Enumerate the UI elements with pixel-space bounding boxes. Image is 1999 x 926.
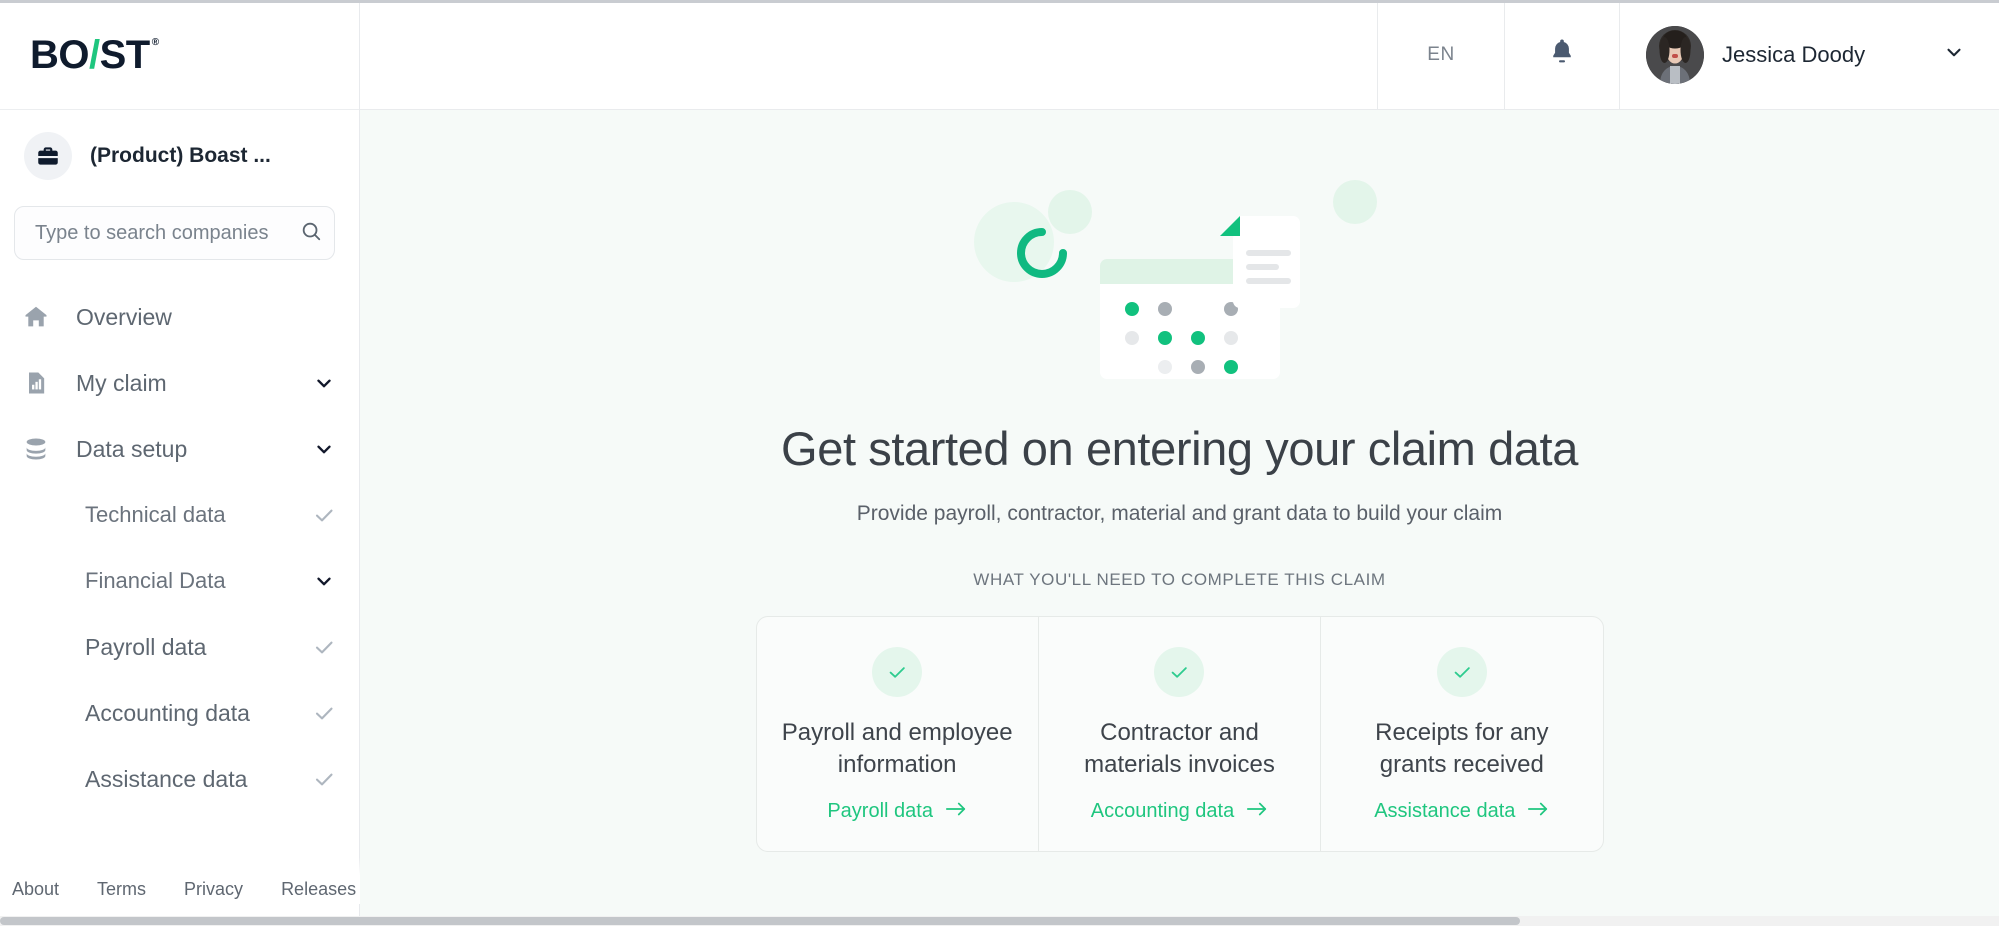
- footer-link-releases[interactable]: Releases: [281, 879, 356, 900]
- footer-link-terms[interactable]: Terms: [97, 879, 146, 900]
- check-icon: [311, 767, 337, 791]
- search-input[interactable]: [35, 221, 300, 245]
- chart-doc-icon: [22, 369, 56, 397]
- card-grants[interactable]: Receipts for any grants received Assista…: [1321, 617, 1602, 851]
- check-icon: [1154, 647, 1205, 697]
- card-title: Receipts for any grants received: [1375, 719, 1549, 778]
- window-top-strip: [0, 0, 1999, 3]
- sidebar-item-label: Accounting data: [85, 699, 250, 726]
- top-header: EN Jessica Doody: [360, 0, 1999, 110]
- page-title: Get started on entering your claim data: [781, 422, 1578, 475]
- sidebar-item-assistance-data[interactable]: Assistance data: [0, 746, 359, 812]
- logo-accent-slash: /: [89, 32, 100, 77]
- boast-logo[interactable]: BO/ST ®: [30, 35, 159, 75]
- language-label: EN: [1427, 43, 1455, 65]
- footer-link-privacy[interactable]: Privacy: [184, 879, 243, 900]
- notification-bell-icon: [1548, 37, 1576, 72]
- arrow-right-icon: [945, 800, 967, 823]
- sidebar-item-payroll-data[interactable]: Payroll data: [0, 614, 359, 680]
- sidebar-item-accounting-data[interactable]: Accounting data: [0, 680, 359, 746]
- chevron-down-icon[interactable]: [1943, 41, 1965, 68]
- arrow-right-icon: [1527, 800, 1549, 823]
- avatar: [1646, 25, 1704, 84]
- logo-text: BO/ST: [30, 35, 150, 75]
- company-name: (Product) Boast ...: [90, 144, 271, 167]
- card-link-label: Payroll data: [827, 800, 933, 823]
- sidebar-item-data-setup[interactable]: Data setup: [0, 416, 359, 482]
- language-switcher[interactable]: EN: [1377, 0, 1504, 109]
- check-icon: [311, 503, 337, 527]
- card-link-assistance-data[interactable]: Assistance data: [1374, 800, 1549, 823]
- app-root: BO/ST ® (Product) Boast ... Type to sear…: [0, 0, 1999, 926]
- sidebar-item-label: Technical data: [85, 502, 226, 527]
- main-area: EN Jessica Doody Get started on entering…: [360, 0, 1999, 926]
- check-icon: [1436, 647, 1487, 697]
- company-search[interactable]: [14, 206, 335, 260]
- sidebar-item-overview[interactable]: Overview: [0, 284, 359, 350]
- section-label: WHAT YOU'LL NEED TO COMPLETE THIS CLAIM: [973, 570, 1386, 589]
- sidebar-item-my-claim[interactable]: My claim: [0, 350, 359, 416]
- claim-data-illustration: [950, 172, 1410, 387]
- logo-text-part2: ST: [99, 32, 151, 77]
- database-icon: [22, 435, 56, 463]
- briefcase-icon: [24, 132, 72, 180]
- home-icon: [22, 303, 56, 331]
- sidebar-footer-links: About Terms Privacy Releases: [0, 857, 360, 904]
- sidebar-item-label: Payroll data: [85, 633, 207, 660]
- sidebar-item-technical-data[interactable]: Technical data: [0, 482, 359, 548]
- requirement-cards: Payroll and employee information Payroll…: [755, 616, 1604, 853]
- check-icon: [311, 701, 337, 725]
- card-link-accounting-data[interactable]: Accounting data: [1091, 800, 1268, 823]
- header-spacer: [360, 0, 1377, 109]
- chevron-down-icon[interactable]: [311, 570, 337, 592]
- card-link-label: Accounting data: [1090, 800, 1235, 823]
- card-contractor[interactable]: Contractor and materials invoices Accoun…: [1039, 617, 1322, 852]
- notifications-button[interactable]: [1504, 0, 1619, 109]
- sidebar-nav: Overview My claim Data setup Technical d…: [0, 284, 359, 812]
- check-icon: [872, 647, 923, 697]
- chevron-down-icon[interactable]: [311, 438, 337, 460]
- chevron-down-icon[interactable]: [311, 372, 337, 394]
- company-selector[interactable]: (Product) Boast ...: [0, 110, 359, 190]
- logo-registered-mark: ®: [151, 36, 160, 48]
- sidebar-item-label: Assistance data: [85, 765, 248, 792]
- card-title: Payroll and employee information: [781, 719, 1013, 778]
- sidebar-item-financial-data[interactable]: Financial Data: [0, 548, 359, 614]
- sidebar-item-label: Overview: [76, 303, 172, 330]
- card-link-label: Assistance data: [1374, 800, 1516, 823]
- arrow-right-icon: [1246, 800, 1268, 823]
- content-area: Get started on entering your claim data …: [360, 110, 1999, 926]
- sidebar: BO/ST ® (Product) Boast ... Type to sear…: [0, 0, 360, 926]
- scrollbar-thumb[interactable]: [0, 917, 1520, 925]
- sidebar-item-label: Data setup: [76, 435, 188, 462]
- user-name: Jessica Doody: [1722, 41, 1866, 67]
- horizontal-scrollbar[interactable]: [0, 916, 1999, 926]
- card-link-payroll-data[interactable]: Payroll data: [827, 800, 967, 823]
- logo-text-part1: BO: [30, 32, 90, 77]
- card-title: Contractor and materials invoices: [1084, 719, 1275, 778]
- sidebar-item-label: My claim: [76, 369, 167, 396]
- footer-link-about[interactable]: About: [12, 879, 59, 900]
- card-payroll[interactable]: Payroll and employee information Payroll…: [757, 617, 1039, 852]
- logo-zone: BO/ST ®: [0, 0, 359, 110]
- sidebar-item-label: Financial Data: [85, 568, 226, 593]
- search-icon[interactable]: [300, 220, 322, 247]
- page-subtitle: Provide payroll, contractor, material an…: [856, 502, 1503, 525]
- user-menu[interactable]: Jessica Doody: [1619, 0, 1999, 109]
- check-icon: [311, 635, 337, 659]
